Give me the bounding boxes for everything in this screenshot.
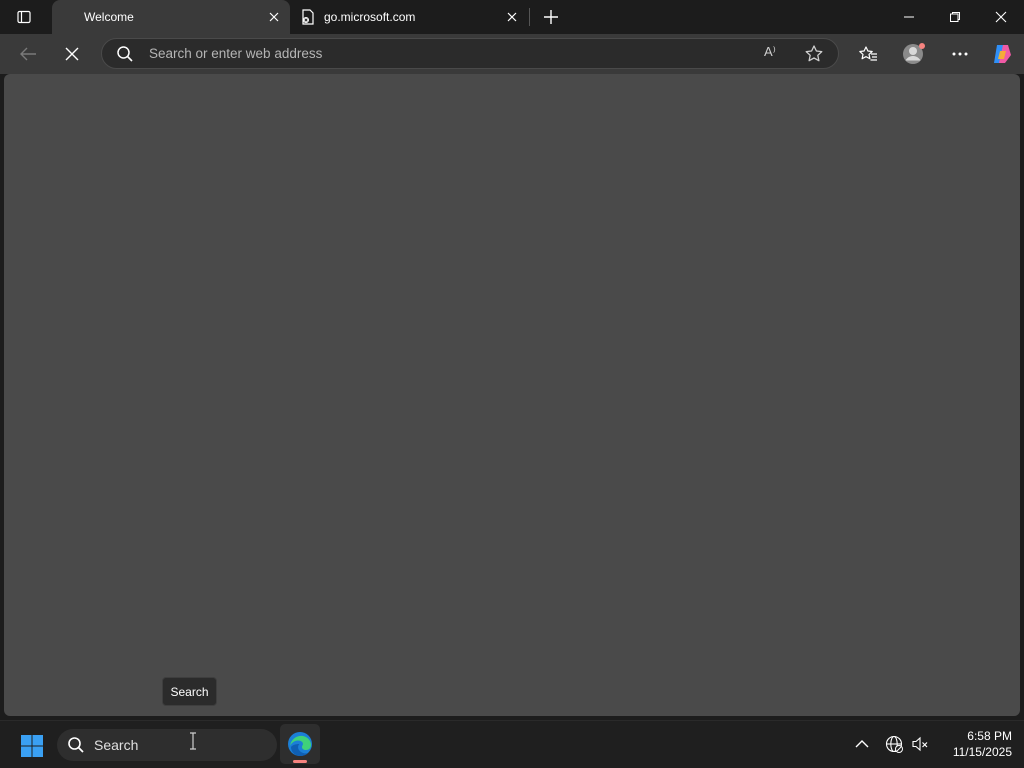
tab-title: Welcome bbox=[84, 10, 134, 24]
favorites-icon[interactable] bbox=[852, 38, 884, 70]
read-aloud-icon[interactable]: A⁾ bbox=[764, 44, 786, 64]
browser-toolbar: Search or enter web address A⁾ bbox=[0, 34, 1024, 74]
profile-icon[interactable] bbox=[898, 38, 930, 70]
tab-go-microsoft[interactable]: go.microsoft.com bbox=[292, 0, 528, 34]
windows-start-icon[interactable] bbox=[16, 731, 48, 761]
close-icon[interactable] bbox=[266, 9, 282, 25]
minimize-icon[interactable] bbox=[886, 0, 932, 34]
restore-icon[interactable] bbox=[932, 0, 978, 34]
stop-loading-icon[interactable] bbox=[56, 38, 88, 70]
search-icon bbox=[116, 45, 134, 63]
close-icon[interactable] bbox=[504, 9, 520, 25]
copilot-icon[interactable] bbox=[986, 38, 1018, 70]
clock-date: 11/15/2025 bbox=[952, 745, 1012, 759]
back-icon[interactable] bbox=[12, 38, 44, 70]
search-icon bbox=[67, 736, 85, 754]
system-clock[interactable]: 6:58 PM 11/15/2025 bbox=[936, 728, 1012, 760]
address-placeholder: Search or enter web address bbox=[149, 46, 323, 61]
edge-icon[interactable] bbox=[280, 724, 320, 764]
taskbar-search-box[interactable]: Search bbox=[57, 729, 277, 761]
close-window-icon[interactable] bbox=[978, 0, 1024, 34]
page-content-area bbox=[4, 74, 1020, 716]
clock-time: 6:58 PM bbox=[967, 729, 1012, 743]
chevron-up-icon[interactable] bbox=[851, 733, 873, 755]
network-icon[interactable] bbox=[883, 733, 905, 755]
favorite-star-icon[interactable] bbox=[804, 44, 826, 64]
tab-title: go.microsoft.com bbox=[324, 10, 416, 24]
title-bar: Welcome go.microsoft.com bbox=[0, 0, 1024, 34]
page-icon bbox=[300, 9, 316, 25]
active-app-indicator bbox=[293, 760, 307, 763]
more-icon[interactable] bbox=[944, 38, 976, 70]
volume-muted-icon[interactable] bbox=[909, 733, 931, 755]
text-cursor-icon bbox=[189, 732, 197, 750]
search-tooltip: Search bbox=[162, 677, 217, 706]
tab-welcome[interactable]: Welcome bbox=[52, 0, 290, 34]
tab-actions-icon[interactable] bbox=[10, 6, 38, 28]
tab-divider bbox=[529, 8, 530, 26]
new-tab-icon[interactable] bbox=[540, 6, 562, 28]
address-bar[interactable]: Search or enter web address A⁾ bbox=[101, 38, 839, 69]
taskbar-search-label: Search bbox=[94, 737, 139, 753]
tab-favicon bbox=[60, 9, 76, 25]
